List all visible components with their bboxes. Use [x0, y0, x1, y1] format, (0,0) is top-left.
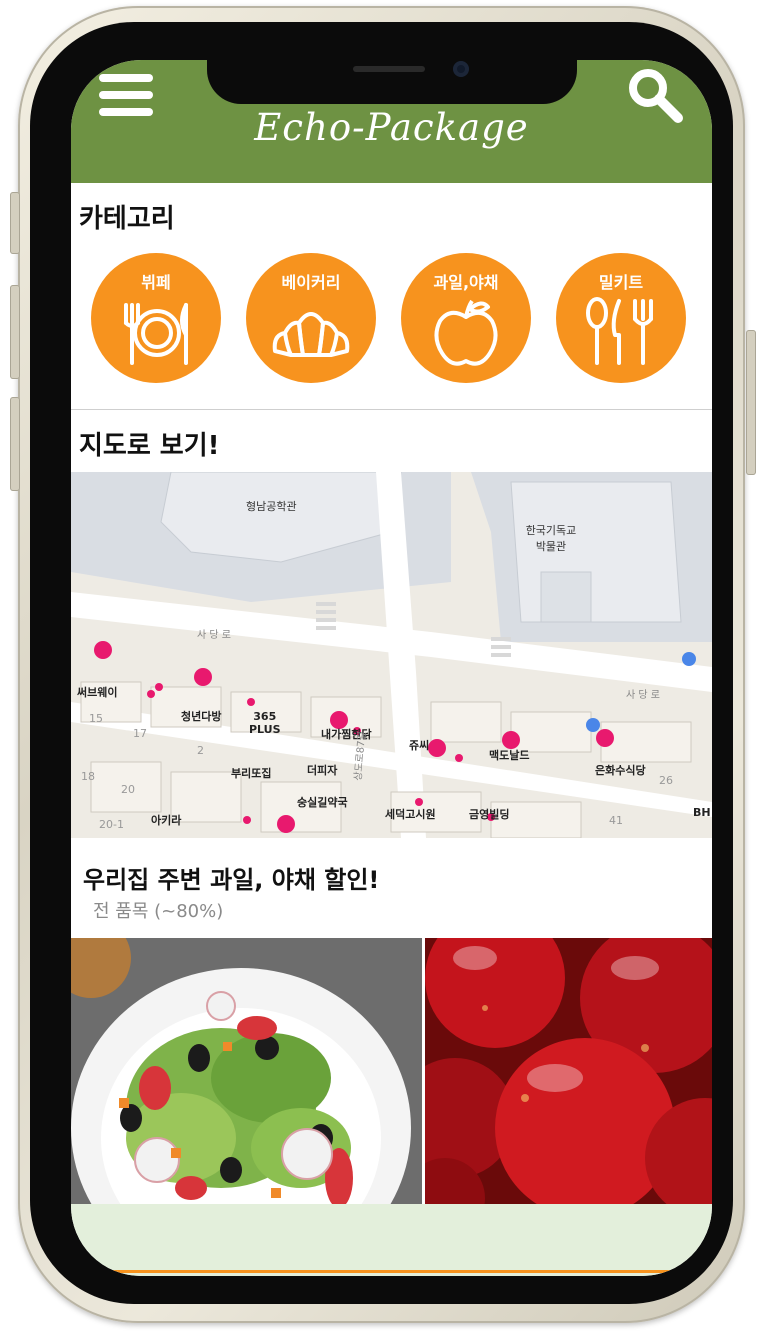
croissant-icon — [272, 312, 350, 357]
map-label-bh: BH — [693, 806, 711, 819]
section-divider — [71, 409, 712, 410]
category-bakery[interactable]: 베이커리 — [246, 253, 376, 383]
map-label-cafe: 청년다방 — [181, 710, 222, 723]
footer-bar — [71, 1204, 712, 1276]
mute-switch — [10, 192, 20, 254]
map-lot-number: 15 — [89, 712, 103, 725]
plate-fork-knife-icon — [124, 303, 188, 365]
promo-subtitle: 전 품목 (~80%) — [93, 901, 224, 922]
category-label: 베이커리 — [281, 273, 341, 292]
phone-notch — [207, 60, 577, 104]
category-title: 카테고리 — [79, 204, 175, 234]
map-lot-number: 20 — [121, 783, 135, 796]
category-list: 뷔페 베이커리 과일,야채 밀키트 — [91, 253, 691, 383]
map-label-akira: 아키라 — [151, 814, 182, 827]
map-canvas — [71, 472, 712, 838]
volume-up-button — [10, 285, 20, 379]
map-label-cafeteria: 은화수식당 — [595, 764, 646, 777]
map-label-road: 사 당 로 — [197, 630, 231, 641]
footer-accent-line — [101, 1270, 681, 1273]
category-label: 뷔페 — [141, 273, 171, 292]
map-label-building: 금영빌딩 — [469, 808, 510, 821]
map-view[interactable]: 형남공학관 한국기독교 박물관 사 당 로 사 당 로 써브웨이 청년다방 36… — [71, 472, 712, 838]
category-buffet[interactable]: 뷔페 — [91, 253, 221, 383]
map-label-pharmacy: 숭실길약국 — [297, 796, 348, 809]
app-title: Echo-Package — [254, 106, 529, 149]
category-fruit-veg[interactable]: 과일,야채 — [401, 253, 531, 383]
map-label-store: 365 PLUS — [249, 710, 281, 736]
map-title: 지도로 보기! — [79, 431, 220, 461]
apples-image[interactable] — [425, 938, 712, 1204]
spoon-knife-fork-icon — [586, 297, 653, 365]
category-label: 과일,야채 — [433, 273, 499, 292]
app-screen: Echo-Package 카테고리 뷔페 베이커리 과일,야채 밀키트 지도로 … — [71, 60, 712, 1276]
map-label-hall: 형남공학관 — [246, 500, 297, 513]
map-label-mcd: 맥도날드 — [489, 749, 530, 762]
map-lot-number: 2 — [197, 744, 204, 757]
map-label-museum: 한국기독교 박물관 — [525, 524, 577, 553]
map-lot-number: 17 — [133, 727, 147, 740]
promo-title: 우리집 주변 과일, 야채 할인! — [83, 866, 380, 894]
map-label-road: 사 당 로 — [626, 690, 660, 701]
map-label-juice: 쥬씨 — [409, 739, 430, 752]
map-label-burrito: 부리또집 — [231, 767, 272, 780]
salad-image[interactable] — [71, 938, 422, 1204]
search-icon[interactable] — [626, 66, 684, 124]
apple-icon — [434, 299, 498, 366]
category-label: 밀키트 — [598, 273, 644, 292]
map-label-goshiwon: 세덕고시원 — [385, 808, 436, 821]
map-lot-number: 41 — [609, 814, 623, 827]
category-mealkit[interactable]: 밀키트 — [556, 253, 686, 383]
map-lot-number: 26 — [659, 774, 673, 787]
power-button — [746, 330, 756, 475]
map-lot-number: 18 — [81, 770, 95, 783]
volume-down-button — [10, 397, 20, 491]
promo-image-gallery — [71, 938, 712, 1204]
map-label-pizza: 더피자 — [307, 764, 338, 777]
map-lot-number: 20-1 — [99, 818, 124, 831]
map-label-subway: 써브웨이 — [77, 686, 118, 699]
